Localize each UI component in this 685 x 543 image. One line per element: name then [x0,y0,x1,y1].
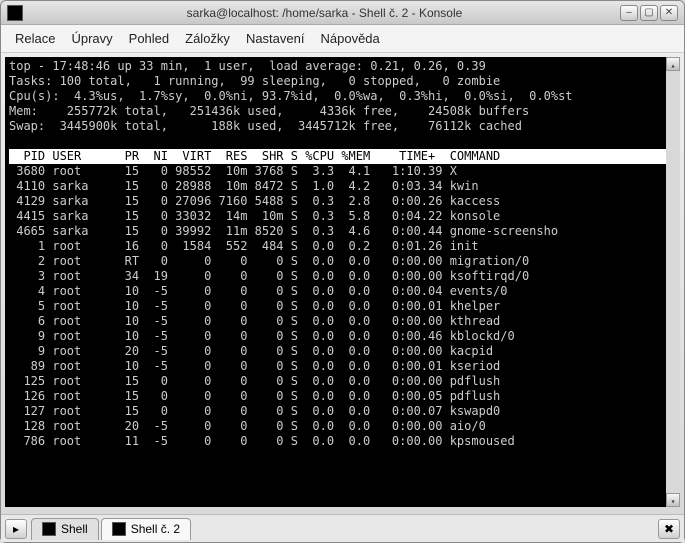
konsole-window: sarka@localhost: /home/sarka - Shell č. … [0,0,685,543]
terminal-icon [112,522,126,536]
process-row: 9 root 10 -5 0 0 0 S 0.0 0.0 0:00.46 kbl… [9,329,676,344]
process-list: 3680 root 15 0 98552 10m 3768 S 3.3 4.1 … [9,164,676,449]
process-row: 128 root 20 -5 0 0 0 S 0.0 0.0 0:00.00 a… [9,419,676,434]
terminal[interactable]: top - 17:48:46 up 33 min, 1 user, load a… [5,57,680,507]
process-row: 4 root 10 -5 0 0 0 S 0.0 0.0 0:00.04 eve… [9,284,676,299]
top-summary-2: Tasks: 100 total, 1 running, 99 sleeping… [9,74,676,89]
menu-nastaveni[interactable]: Nastavení [240,29,311,48]
maximize-button[interactable]: ▢ [640,5,658,21]
process-row: 126 root 15 0 0 0 0 S 0.0 0.0 0:00.05 pd… [9,389,676,404]
blank-line [9,134,676,149]
menu-upravy[interactable]: Úpravy [65,29,118,48]
menu-zalozky[interactable]: Záložky [179,29,236,48]
process-row: 4665 sarka 15 0 39992 11m 8520 S 0.3 4.6… [9,224,676,239]
tab-label: Shell [61,522,88,536]
process-row: 3680 root 15 0 98552 10m 3768 S 3.3 4.1 … [9,164,676,179]
menu-relace[interactable]: Relace [9,29,61,48]
tabbar: ▸ Shell Shell č. 2 ✖ [1,514,684,542]
process-row: 3 root 34 19 0 0 0 S 0.0 0.0 0:00.00 kso… [9,269,676,284]
top-summary-1: top - 17:48:46 up 33 min, 1 user, load a… [9,59,676,74]
process-row: 127 root 15 0 0 0 0 S 0.0 0.0 0:00.07 ks… [9,404,676,419]
tab-shell-1[interactable]: Shell [31,518,99,540]
process-row: 125 root 15 0 0 0 0 S 0.0 0.0 0:00.00 pd… [9,374,676,389]
process-row: 6 root 10 -5 0 0 0 S 0.0 0.0 0:00.00 kth… [9,314,676,329]
process-header: PID USER PR NI VIRT RES SHR S %CPU %MEM … [9,149,676,164]
new-tab-button[interactable]: ▸ [5,519,27,539]
app-icon [7,5,23,21]
scroll-down-button[interactable]: ▾ [666,493,680,507]
top-summary-5: Swap: 3445900k total, 188k used, 3445712… [9,119,676,134]
process-row: 1 root 16 0 1584 552 484 S 0.0 0.2 0:01.… [9,239,676,254]
menu-napoveda[interactable]: Nápověda [314,29,385,48]
window-controls: – ▢ ✕ [620,5,678,21]
new-tab-icon: ▸ [13,522,19,536]
scroll-track[interactable] [666,71,680,493]
terminal-scrollbar[interactable]: ▴ ▾ [666,57,680,507]
process-row: 786 root 11 -5 0 0 0 S 0.0 0.0 0:00.00 k… [9,434,676,449]
titlebar[interactable]: sarka@localhost: /home/sarka - Shell č. … [1,1,684,25]
process-row: 2 root RT 0 0 0 0 S 0.0 0.0 0:00.00 migr… [9,254,676,269]
process-row: 9 root 20 -5 0 0 0 S 0.0 0.0 0:00.00 kac… [9,344,676,359]
minimize-button[interactable]: – [620,5,638,21]
top-summary-3: Cpu(s): 4.3%us, 1.7%sy, 0.0%ni, 93.7%id,… [9,89,676,104]
top-summary-4: Mem: 255772k total, 251436k used, 4336k … [9,104,676,119]
tab-shell-2[interactable]: Shell č. 2 [101,518,191,540]
scroll-up-button[interactable]: ▴ [666,57,680,71]
window-title: sarka@localhost: /home/sarka - Shell č. … [29,6,620,20]
process-row: 4415 sarka 15 0 33032 14m 10m S 0.3 5.8 … [9,209,676,224]
process-row: 4129 sarka 15 0 27096 7160 5488 S 0.3 2.… [9,194,676,209]
process-row: 4110 sarka 15 0 28988 10m 8472 S 1.0 4.2… [9,179,676,194]
process-row: 89 root 10 -5 0 0 0 S 0.0 0.0 0:00.01 ks… [9,359,676,374]
close-button[interactable]: ✕ [660,5,678,21]
close-tab-button[interactable]: ✖ [658,519,680,539]
menubar: Relace Úpravy Pohled Záložky Nastavení N… [1,25,684,53]
terminal-icon [42,522,56,536]
close-icon: ✖ [664,522,674,536]
menu-pohled[interactable]: Pohled [123,29,175,48]
tab-label: Shell č. 2 [131,522,180,536]
process-row: 5 root 10 -5 0 0 0 S 0.0 0.0 0:00.01 khe… [9,299,676,314]
terminal-container: top - 17:48:46 up 33 min, 1 user, load a… [1,53,684,514]
